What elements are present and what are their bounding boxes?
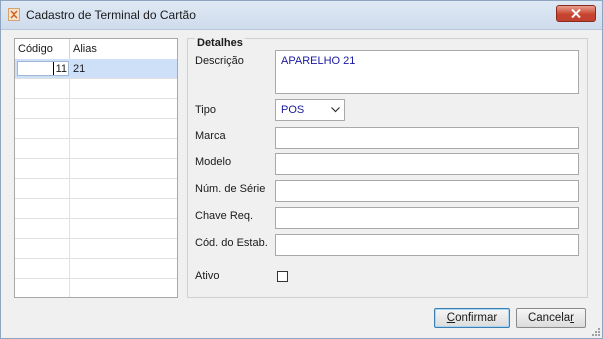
descricao-field[interactable]: APARELHO 21: [275, 50, 579, 94]
table-row-empty[interactable]: [15, 279, 177, 297]
tipo-value: POS: [281, 104, 305, 116]
marca-label: Marca: [195, 130, 226, 142]
close-icon: [571, 9, 581, 18]
grid-rows: 11 21: [15, 59, 177, 297]
descricao-value: APARELHO 21: [281, 55, 356, 67]
ativo-checkbox[interactable]: [277, 271, 288, 282]
tipo-select[interactable]: POS: [275, 99, 345, 121]
table-row-empty[interactable]: [15, 139, 177, 159]
cod-estab-field[interactable]: [275, 234, 579, 256]
table-row-empty[interactable]: [15, 99, 177, 119]
close-button[interactable]: [556, 5, 596, 22]
modelo-label: Modelo: [195, 156, 232, 168]
modelo-field[interactable]: [275, 153, 579, 175]
num-serie-label: Núm. de Série: [195, 183, 266, 195]
chevron-down-icon: [331, 107, 340, 113]
ativo-label: Ativo: [195, 270, 220, 282]
table-row-empty[interactable]: [15, 239, 177, 259]
table-row-empty[interactable]: [15, 219, 177, 239]
num-serie-field[interactable]: [275, 180, 579, 202]
cell-codigo[interactable]: 11: [15, 63, 67, 75]
table-row-empty[interactable]: [15, 159, 177, 179]
cancel-label-pre: Cancela: [527, 312, 571, 324]
table-row[interactable]: 11 21: [15, 59, 177, 79]
grid-header: Código Alias: [15, 39, 177, 60]
tipo-label: Tipo: [195, 104, 216, 116]
marca-field[interactable]: [275, 127, 579, 149]
window-title: Cadastro de Terminal do Cartão: [26, 8, 196, 22]
text-caret: [53, 62, 54, 75]
table-row-empty[interactable]: [15, 199, 177, 219]
cancel-button[interactable]: Cancelar: [516, 308, 586, 328]
cancel-label-accel: r: [570, 312, 575, 324]
details-group-title: Detalhes: [195, 37, 245, 49]
descricao-label: Descrição: [195, 55, 244, 67]
confirm-label-post: onfirmar: [455, 312, 498, 324]
table-row-empty[interactable]: [15, 119, 177, 139]
table-row-empty[interactable]: [15, 79, 177, 99]
table-row-empty[interactable]: [15, 179, 177, 199]
chave-req-field[interactable]: [275, 207, 579, 229]
cod-estab-label: Cód. do Estab.: [195, 237, 268, 249]
table-row-empty[interactable]: [15, 259, 177, 279]
app-icon: [8, 8, 20, 21]
terminal-grid[interactable]: Código Alias 11 21: [14, 38, 178, 298]
column-header-alias[interactable]: Alias: [73, 43, 97, 55]
chave-req-label: Chave Req.: [195, 210, 254, 222]
title-bar[interactable]: Cadastro de Terminal do Cartão: [1, 1, 602, 30]
column-header-codigo[interactable]: Código: [18, 43, 53, 55]
resize-grip-icon[interactable]: [591, 327, 601, 337]
confirm-label-accel: C: [446, 312, 456, 324]
cell-alias[interactable]: 21: [73, 63, 85, 75]
confirm-button[interactable]: Confirmar: [434, 308, 510, 328]
